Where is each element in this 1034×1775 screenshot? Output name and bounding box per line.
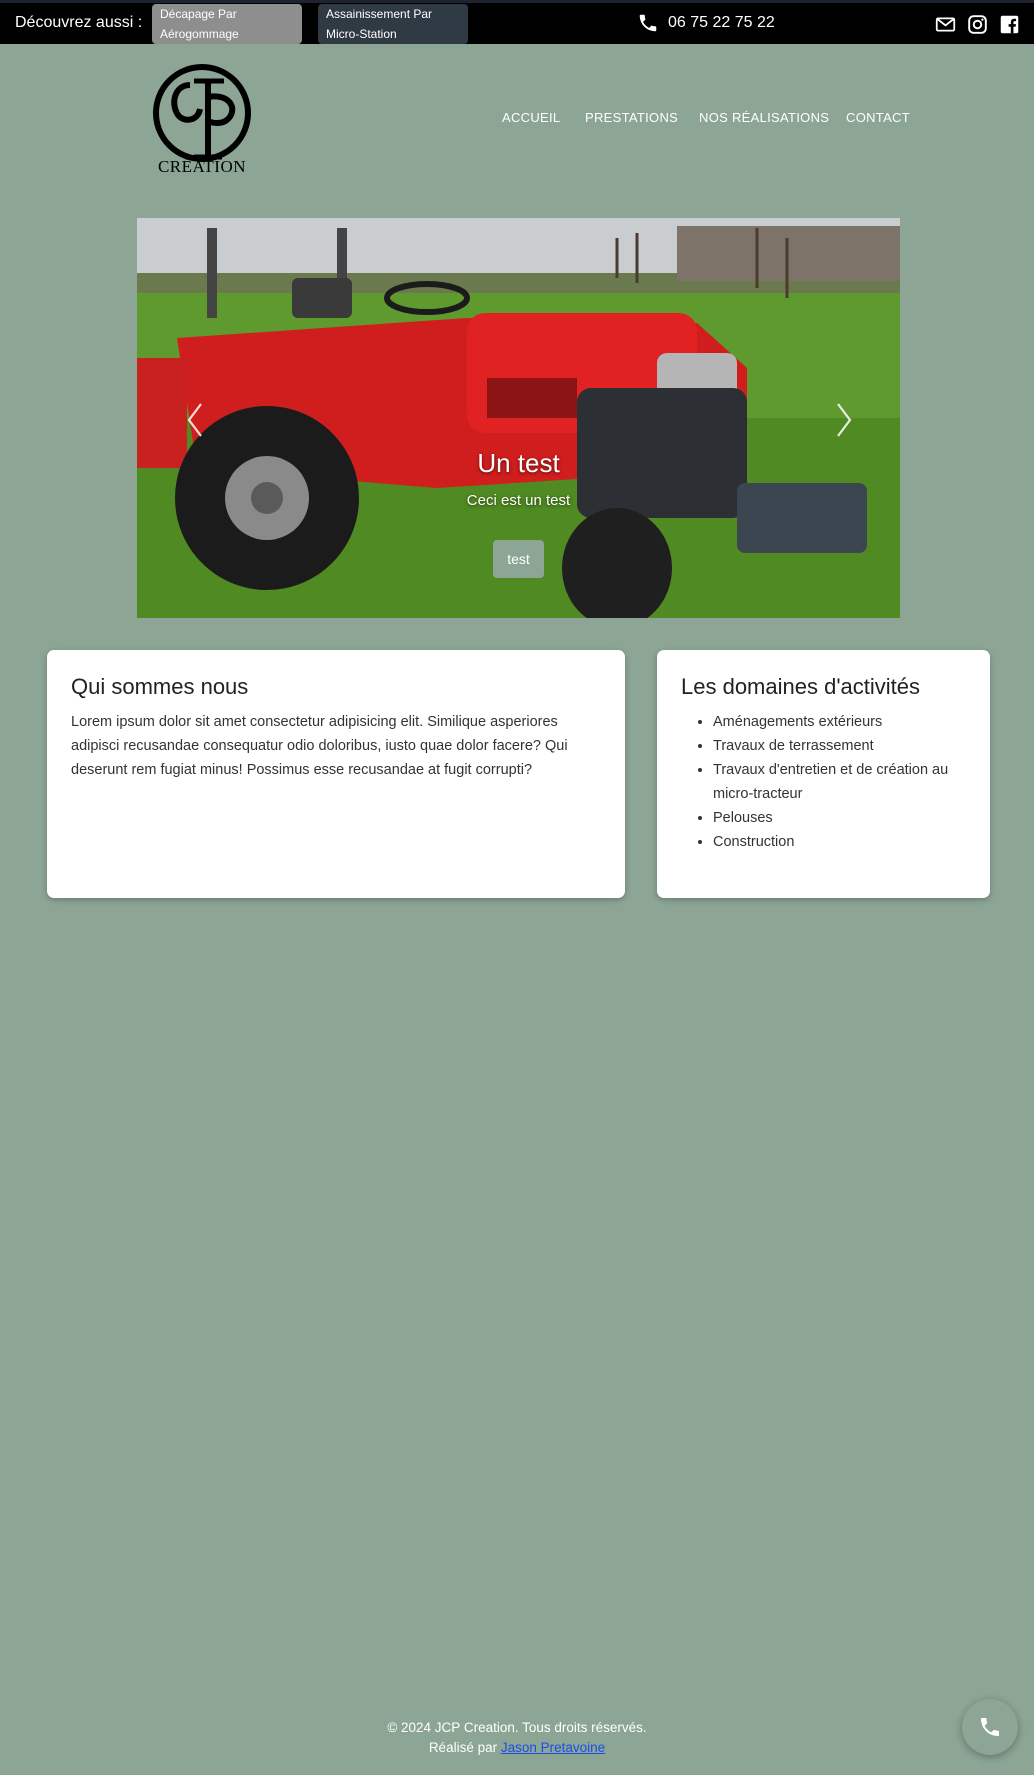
call-button[interactable] (962, 1699, 1018, 1755)
micro-station-link-line2: Micro-Station (326, 27, 397, 41)
slide-button[interactable]: test (493, 540, 544, 578)
about-text: Lorem ipsum dolor sit amet consectetur a… (71, 714, 568, 778)
phone-icon[interactable] (637, 12, 659, 34)
about-card: Qui sommes nous Lorem ipsum dolor sit am… (47, 650, 625, 898)
footer-copyright: © 2024 JCP Creation. Tous droits réservé… (387, 1720, 647, 1735)
aerogommage-link-line2: Aérogommage (160, 27, 239, 41)
facebook-icon[interactable] (999, 14, 1020, 35)
carousel-prev-icon[interactable] (183, 400, 207, 440)
carousel-next-icon[interactable] (832, 400, 856, 440)
list-item: Construction (713, 830, 966, 854)
activities-title: Les domaines d'activités (681, 674, 920, 699)
list-item: Travaux de terrassement (713, 734, 966, 758)
nav-contact[interactable]: CONTACT (846, 110, 910, 125)
author-link[interactable]: Jason Pretavoine (501, 1740, 605, 1755)
discover-label: Découvrez aussi : (15, 14, 143, 31)
list-item: Pelouses (713, 806, 966, 830)
top-bar: Découvrez aussi : Décapage Par Aérogomma… (0, 0, 1034, 44)
logo-text: CRÉATION (157, 157, 247, 176)
footer-credit-prefix: Réalisé par (428, 1740, 501, 1755)
nav-accueil[interactable]: ACCUEIL (502, 110, 560, 125)
activities-list: Aménagements extérieurs Travaux de terra… (681, 710, 966, 854)
nav-realisations[interactable]: NOS RÉALISATIONS (699, 110, 829, 125)
micro-station-link[interactable]: Assainissement Par Micro-Station (318, 4, 468, 44)
list-item: Travaux d'entretien et de création au mi… (713, 758, 966, 806)
micro-station-link-line1: Assainissement Par (326, 7, 433, 21)
list-item: Aménagements extérieurs (713, 710, 966, 734)
slide-title: Un test (477, 448, 560, 478)
phone-icon (981, 1718, 999, 1736)
slide-subtitle: Ceci est un test (466, 492, 571, 509)
nav-prestations[interactable]: PRESTATIONS (585, 110, 678, 125)
aerogommage-link-line1: Décapage Par (160, 7, 237, 21)
instagram-icon[interactable] (967, 14, 988, 35)
footer-credit: Réalisé par Jason Pretavoine (0, 1740, 1034, 1755)
about-title: Qui sommes nous (71, 674, 249, 699)
aerogommage-link[interactable]: Décapage Par Aérogommage (152, 4, 302, 44)
phone-number[interactable]: 06 75 22 75 22 (668, 14, 775, 32)
mail-icon[interactable] (935, 14, 956, 35)
activities-card: Les domaines d'activités Aménagements ex… (657, 650, 990, 898)
